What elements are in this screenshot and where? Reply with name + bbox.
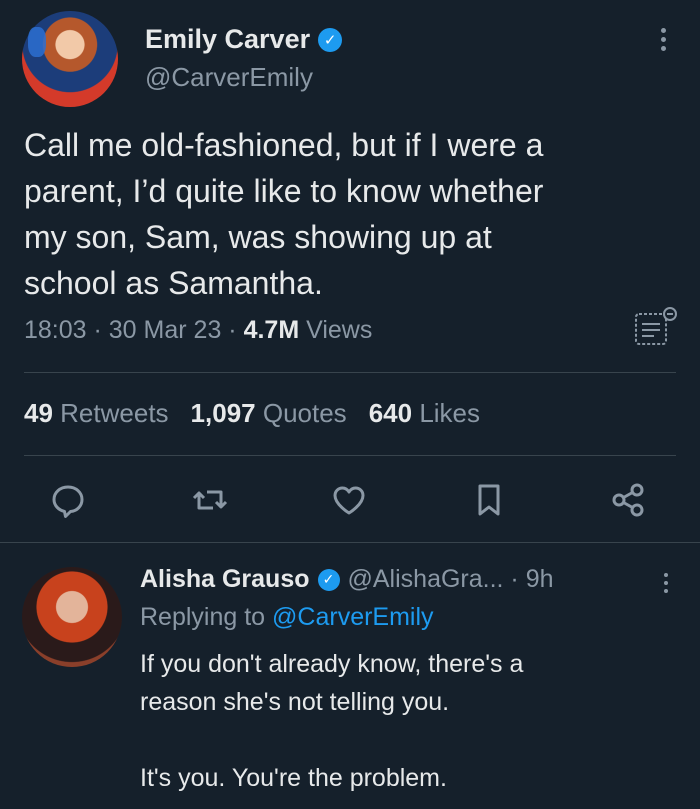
share-icon[interactable]: [608, 480, 648, 520]
reply-text-line: It's you. You're the problem.: [140, 764, 447, 792]
retweets-stat[interactable]: 49 Retweets: [24, 398, 169, 429]
views-count: 4.7M: [243, 316, 300, 344]
reply-header: Alisha Grauso ✓ @AlishaGra... · 9h: [140, 565, 554, 594]
verified-badge-icon: ✓: [318, 27, 343, 52]
retweet-icon[interactable]: [190, 480, 230, 520]
reply-icon[interactable]: [48, 480, 88, 520]
tweet-text-line: Call me old-fashioned, but if I were a: [24, 127, 544, 163]
likes-label: Likes: [419, 398, 481, 428]
author-name-row: Emily Carver ✓: [145, 24, 343, 55]
replying-to: Replying to @CarverEmily: [140, 603, 434, 632]
quotes-label: Quotes: [262, 398, 347, 428]
tweet-meta: 18:03 · 30 Mar 23 · 4.7M Views: [24, 316, 373, 344]
reply-author-name[interactable]: Alisha Grauso: [140, 565, 310, 594]
replying-to-link[interactable]: @CarverEmily: [272, 603, 434, 631]
tweet-actions: [0, 470, 700, 530]
author-name[interactable]: Emily Carver: [145, 24, 310, 55]
likes-stat[interactable]: 640 Likes: [369, 398, 480, 429]
tweet-text: Call me old-fashioned, but if I were a p…: [24, 122, 664, 306]
reply-text: If you don't already know, there's a rea…: [140, 645, 660, 797]
reply-author-avatar[interactable]: [22, 567, 122, 667]
reply-tweet: Alisha Grauso ✓ @AlishaGra... · 9h Reply…: [0, 545, 700, 809]
verified-badge-icon: ✓: [317, 568, 340, 591]
divider: [0, 542, 700, 543]
divider: [24, 372, 676, 373]
reply-author-handle[interactable]: @AlishaGra...: [348, 565, 504, 594]
tweet-date[interactable]: 30 Mar 23: [109, 316, 222, 344]
reply-text-line: reason she's not telling you.: [140, 688, 450, 716]
retweets-label: Retweets: [60, 398, 169, 428]
tweet-stats: 49 Retweets 1,097 Quotes 640 Likes: [24, 398, 480, 429]
more-options-icon[interactable]: [661, 24, 666, 55]
bookmark-icon[interactable]: [469, 480, 509, 520]
author-avatar[interactable]: [22, 11, 118, 107]
divider: [24, 455, 676, 456]
reply-time[interactable]: 9h: [526, 565, 554, 594]
reply-text-line: If you don't already know, there's a: [140, 650, 524, 678]
tweet-text-line: school as Samantha.: [24, 265, 323, 301]
author-handle[interactable]: @CarverEmily: [145, 62, 313, 93]
analytics-icon[interactable]: [632, 304, 678, 350]
retweets-count: 49: [24, 398, 53, 428]
tweet-time[interactable]: 18:03: [24, 316, 87, 344]
likes-count: 640: [368, 398, 413, 428]
quotes-stat[interactable]: 1,097 Quotes: [191, 398, 347, 429]
main-tweet: Emily Carver ✓ @CarverEmily Call me old-…: [0, 0, 700, 545]
replying-prefix: Replying to: [140, 603, 266, 631]
reply-time-sep: ·: [503, 565, 526, 593]
views-label: Views: [306, 316, 373, 344]
tweet-text-line: parent, I’d quite like to know whether: [24, 173, 544, 209]
like-icon[interactable]: [329, 480, 369, 520]
more-options-icon[interactable]: [664, 569, 668, 597]
quotes-count: 1,097: [190, 398, 256, 428]
tweet-text-line: my son, Sam, was showing up at: [24, 219, 492, 255]
